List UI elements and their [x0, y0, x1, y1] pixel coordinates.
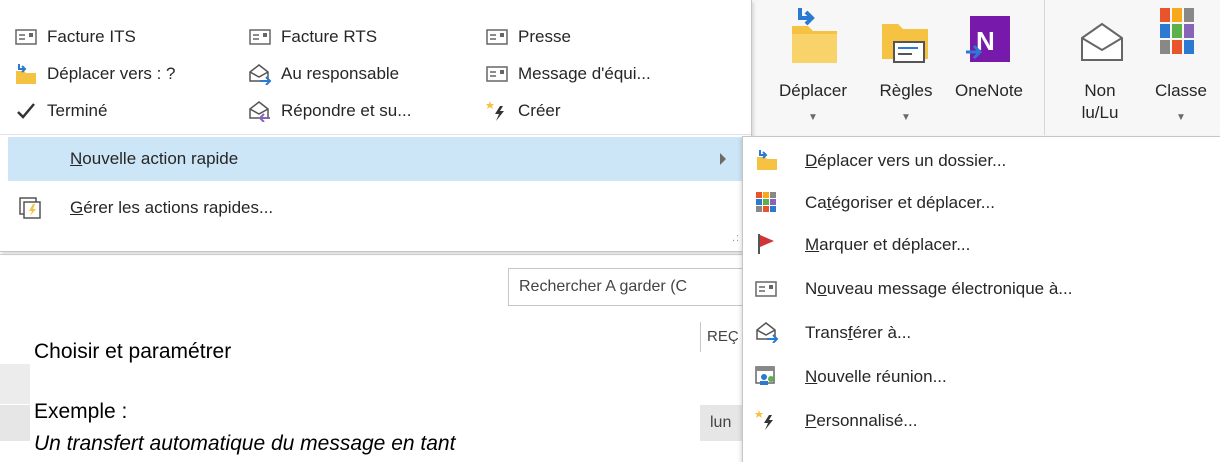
lightning-icon	[485, 99, 509, 123]
lightning-icon	[755, 409, 779, 433]
submenu-item-label: Marquer et déplacer...	[805, 235, 971, 254]
forward-icon	[755, 321, 779, 345]
quick-step-deplacer-vers[interactable]: Déplacer vers : ?	[14, 59, 176, 89]
forward-icon	[248, 62, 272, 86]
ribbon-separator	[1044, 0, 1045, 135]
quick-step-label: Terminé	[47, 101, 108, 120]
quick-step-presse[interactable]: Presse	[485, 22, 571, 52]
quick-step-label: Créer	[518, 101, 561, 120]
quick-step-label: Presse	[518, 27, 571, 46]
menu-divider	[0, 134, 751, 135]
meeting-icon	[755, 365, 779, 389]
quick-step-message-equipe[interactable]: Message d'équi...	[485, 59, 651, 89]
chevron-down-icon: ▼	[901, 112, 911, 123]
quick-step-termine[interactable]: Terminé	[14, 96, 107, 126]
list-row-background	[0, 364, 30, 404]
submenu-item-label: Déplacer vers un dossier...	[805, 151, 1007, 170]
submenu-item-categorize-move[interactable]: Catégoriser et déplacer...	[743, 183, 1220, 223]
quick-step-facture-rts[interactable]: Facture RTS	[248, 22, 377, 52]
onenote-button[interactable]: N OneNote	[948, 0, 1030, 135]
categorize-label: Classe	[1155, 81, 1207, 100]
rules-button[interactable]: Règles ▼	[870, 0, 942, 135]
quick-steps-menu: Facture ITS Facture RTS Presse Déplacer …	[0, 0, 752, 252]
submenu-item-label: Catégoriser et déplacer...	[805, 193, 995, 212]
chevron-down-icon: ▼	[1176, 112, 1186, 123]
move-folder-icon	[792, 8, 837, 63]
submenu-item-label: Personnalisé...	[805, 411, 918, 430]
envelope-icon	[14, 25, 38, 49]
manage-quick-steps-icon	[18, 196, 42, 220]
doc-line-2: Exemple :	[34, 400, 128, 423]
resize-grip-icon[interactable]: .:	[732, 232, 740, 244]
quick-step-label: Déplacer vers : ?	[47, 64, 176, 83]
envelope-icon	[755, 277, 779, 301]
categorize-icon	[1160, 8, 1194, 54]
submenu-item-custom[interactable]: Personnalisé...	[743, 401, 1220, 441]
folder-move-icon	[14, 62, 38, 86]
quick-step-label: Facture ITS	[47, 27, 136, 46]
submenu-item-forward-to[interactable]: Transférer à...	[743, 313, 1220, 353]
quick-step-label: Message d'équi...	[518, 64, 651, 83]
flag-icon	[755, 233, 779, 257]
submenu-item-label: Nouveau message électronique à...	[805, 279, 1073, 298]
move-button[interactable]: Déplacer ▼	[764, 0, 862, 135]
doc-line-3: Un transfert automatique du message en t…	[34, 432, 456, 455]
rules-icon	[882, 24, 928, 63]
onenote-icon: N	[966, 16, 1010, 62]
submenu-item-label: Nouvelle réunion...	[805, 367, 947, 386]
folder-move-icon	[755, 149, 779, 173]
submenu-item-label: Transférer à...	[805, 323, 912, 342]
submenu-item-flag-move[interactable]: Marquer et déplacer...	[743, 225, 1220, 265]
chevron-down-icon: ▼	[808, 112, 818, 123]
submenu-item-move-to-folder[interactable]: Déplacer vers un dossier...	[743, 141, 1220, 181]
move-label: Déplacer	[778, 81, 848, 100]
quick-step-au-responsable[interactable]: Au responsable	[248, 59, 399, 89]
rules-label: Règles	[879, 81, 933, 100]
categorize-icon	[755, 191, 779, 215]
quick-step-label: Répondre et su...	[281, 101, 412, 120]
checkmark-icon	[14, 99, 38, 123]
categorize-button[interactable]: Classe ▼	[1142, 0, 1220, 135]
envelope-icon	[248, 25, 272, 49]
search-input[interactable]: Rechercher A garder (C	[508, 268, 768, 306]
new-quick-step-item[interactable]: Nouvelle action rapide	[8, 137, 748, 181]
unread-label-1: Non	[1084, 81, 1116, 100]
doc-line-1: Choisir et paramétrer	[34, 340, 232, 363]
manage-quick-steps-item[interactable]: Gérer les actions rapides...	[8, 186, 748, 230]
quick-step-creer[interactable]: Créer	[485, 96, 561, 126]
new-quick-step-label: Nouvelle action rapide	[70, 149, 239, 168]
submenu-item-new-meeting[interactable]: Nouvelle réunion...	[743, 357, 1220, 397]
submenu-item-new-email[interactable]: Nouveau message électronique à...	[743, 269, 1220, 309]
quick-step-repondre-supprimer[interactable]: Répondre et su...	[248, 96, 411, 126]
reply-delete-icon	[248, 99, 272, 123]
unread-read-button[interactable]: Non lu/Lu	[1068, 0, 1132, 135]
quick-step-label: Facture RTS	[281, 27, 378, 46]
envelope-icon	[485, 62, 509, 86]
quick-step-label: Au responsable	[281, 64, 400, 83]
envelope-icon	[485, 25, 509, 49]
quick-step-facture-its[interactable]: Facture ITS	[14, 22, 136, 52]
unread-label-2: lu/Lu	[1081, 103, 1119, 122]
list-row-background	[0, 405, 30, 441]
new-quick-step-submenu: Déplacer vers un dossier... Catégoriser …	[742, 136, 1220, 462]
manage-quick-steps-label: Gérer les actions rapides...	[70, 198, 274, 217]
envelope-open-icon	[1081, 22, 1123, 61]
onenote-label: OneNote	[954, 81, 1024, 100]
submenu-arrow-icon	[720, 153, 726, 165]
ribbon-move-group: Déplacer ▼ Règles ▼ N OneNote Non lu/Lu	[752, 0, 1220, 135]
